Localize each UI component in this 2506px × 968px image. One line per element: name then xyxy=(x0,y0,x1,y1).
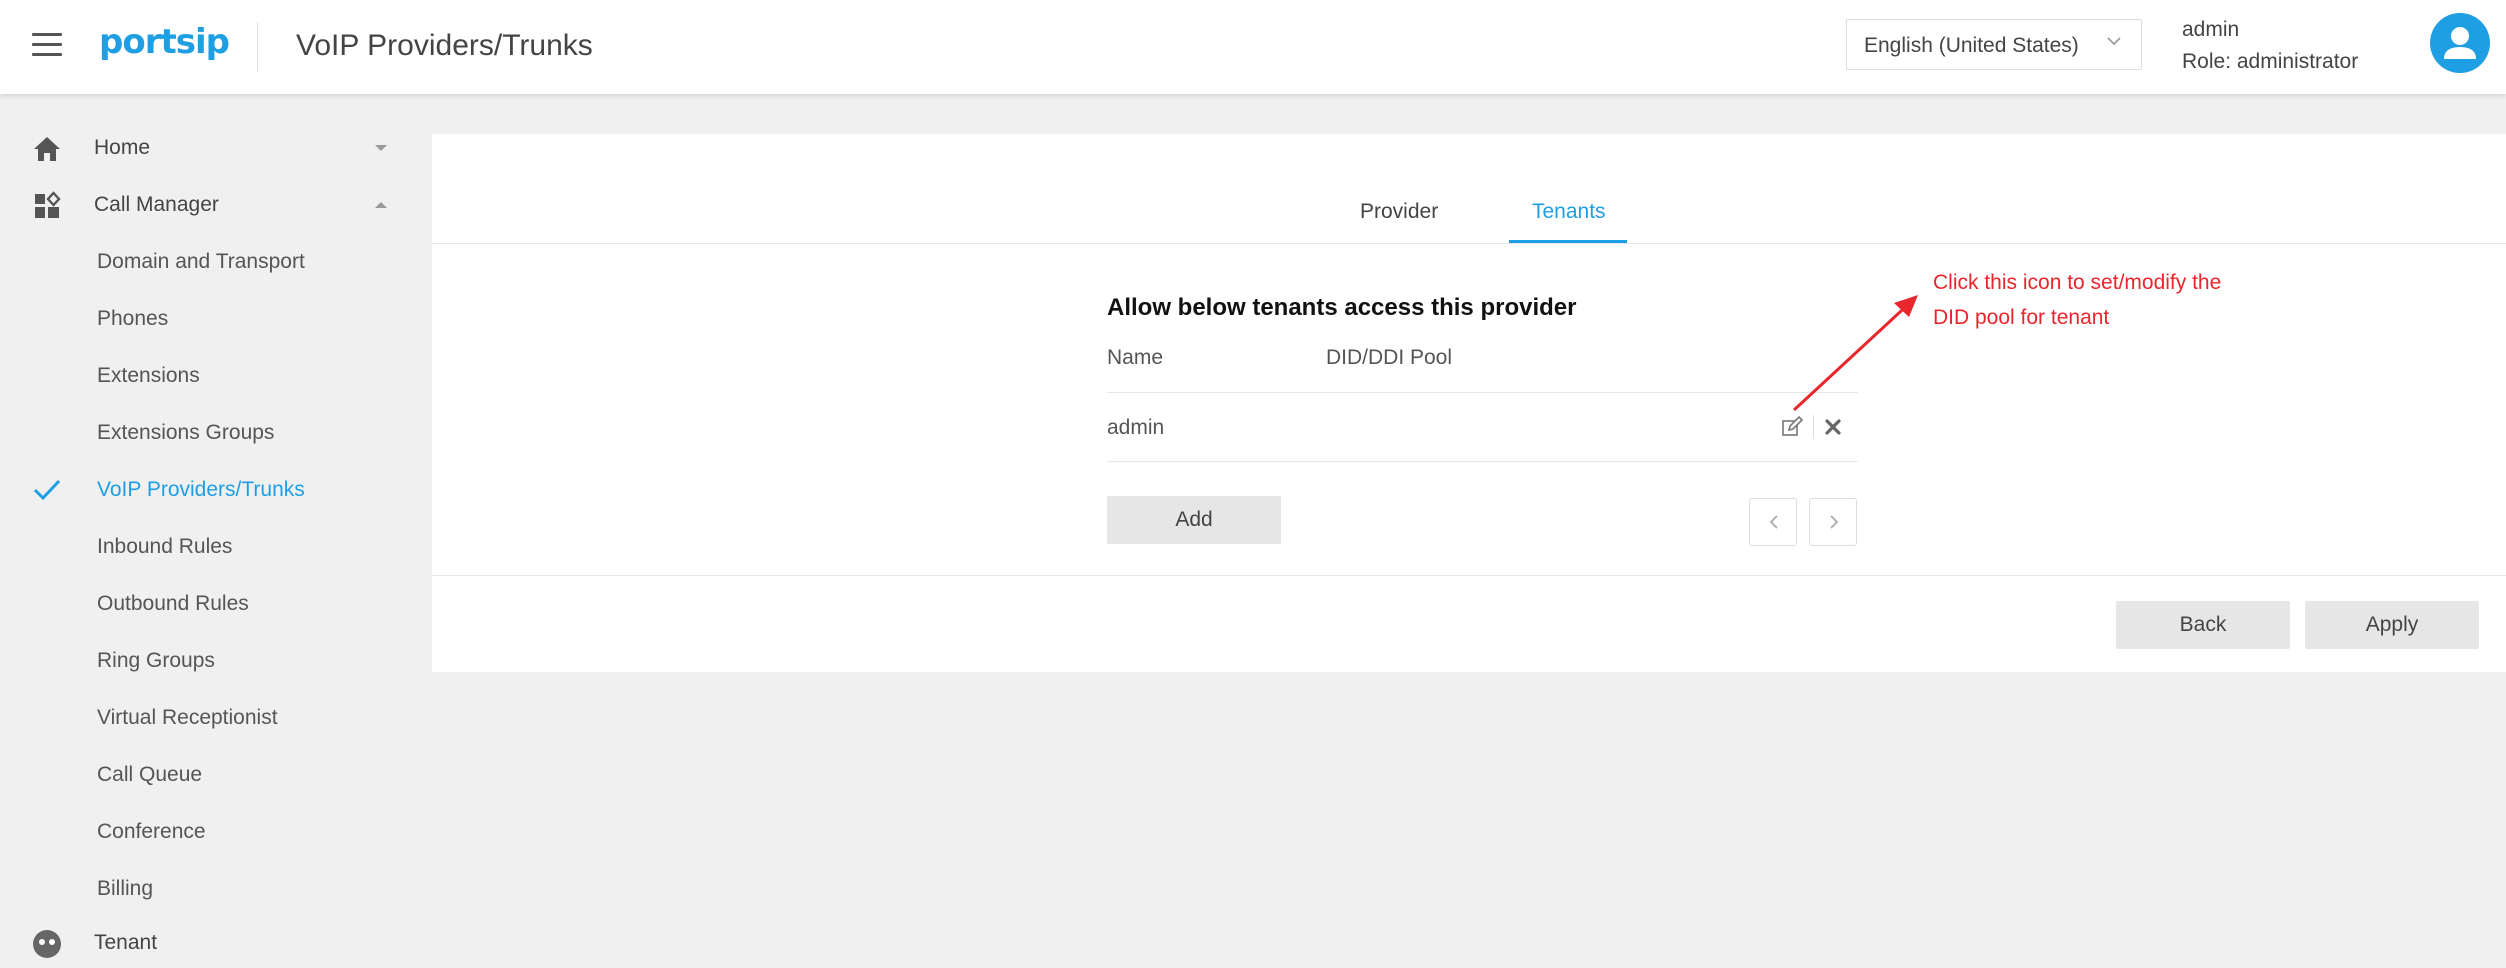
chevron-left-icon xyxy=(1769,515,1778,529)
portsip-logo[interactable]: portsip xyxy=(99,22,230,62)
sidebar-item-label: Billing xyxy=(97,877,154,900)
language-select-value: English (United States) xyxy=(1864,34,2079,57)
sidebar-item-inbound-rules[interactable]: Inbound Rules xyxy=(0,522,420,572)
sidebar-item-label: Extensions xyxy=(97,364,200,387)
user-icon xyxy=(2444,27,2476,59)
sidebar-item-label: Call Manager xyxy=(94,193,219,216)
tenant-name: admin xyxy=(1107,416,1165,439)
tab-provider[interactable]: Provider xyxy=(1360,200,1438,224)
check-icon xyxy=(33,479,61,501)
sidebar-item-phones[interactable]: Phones xyxy=(0,294,420,344)
annotation-line: DID pool for tenant xyxy=(1933,306,2110,329)
sidebar-item-call-manager[interactable]: Call Manager xyxy=(0,180,420,230)
sidebar-item-conference[interactable]: Conference xyxy=(0,807,420,857)
caret-up-icon xyxy=(375,202,387,208)
header-divider xyxy=(257,22,258,72)
annotation-arrow xyxy=(1792,295,1918,412)
menu-icon[interactable] xyxy=(32,33,62,59)
section-title: Allow below tenants access this provider xyxy=(1107,294,1577,321)
sidebar-item-label: Tenant xyxy=(94,931,158,954)
sidebar-item-call-queue[interactable]: Call Queue xyxy=(0,750,420,800)
sidebar-item-label: Extensions Groups xyxy=(97,421,275,444)
column-header-did-pool: DID/DDI Pool xyxy=(1326,346,1453,369)
page-title: VoIP Providers/Trunks xyxy=(296,29,593,62)
sidebar-item-label: Call Queue xyxy=(97,763,203,786)
home-icon xyxy=(34,137,60,161)
annotation-line: Click this icon to set/modify the xyxy=(1933,271,2222,294)
sidebar-item-voip-providers-trunks[interactable]: VoIP Providers/Trunks xyxy=(0,465,420,515)
sidebar-item-label: Domain and Transport xyxy=(97,250,305,273)
tenant-icon xyxy=(33,930,61,958)
sidebar-item-label: Ring Groups xyxy=(97,649,215,672)
user-role: Role: administrator xyxy=(2182,50,2359,73)
sidebar-item-label: Inbound Rules xyxy=(97,535,233,558)
sidebar-item-label: Home xyxy=(94,136,151,159)
sidebar-item-virtual-receptionist[interactable]: Virtual Receptionist xyxy=(0,693,420,743)
sidebar-item-domain-and-transport[interactable]: Domain and Transport xyxy=(0,237,420,287)
footer-divider xyxy=(432,575,2506,576)
sidebar-item-outbound-rules[interactable]: Outbound Rules xyxy=(0,579,420,629)
row-divider xyxy=(1107,392,1858,393)
back-button[interactable]: Back xyxy=(2116,601,2290,649)
sidebar-item-ring-groups[interactable]: Ring Groups xyxy=(0,636,420,686)
user-avatar[interactable] xyxy=(2430,13,2490,73)
language-select[interactable]: English (United States) xyxy=(1846,19,2142,70)
close-icon[interactable] xyxy=(1824,418,1842,436)
sidebar-item-billing[interactable]: Billing xyxy=(0,864,420,914)
sidebar-item-label: Outbound Rules xyxy=(97,592,249,615)
sidebar-item-label: Conference xyxy=(97,820,206,843)
next-page-button[interactable] xyxy=(1809,498,1857,546)
annotation-text: Click this icon to set/modify the DID po… xyxy=(1933,265,2221,335)
tab-tenants[interactable]: Tenants xyxy=(1532,200,1606,224)
sidebar-item-extensions[interactable]: Extensions xyxy=(0,351,420,401)
row-divider xyxy=(1107,461,1858,462)
apply-button[interactable]: Apply xyxy=(2305,601,2479,649)
sidebar-item-extensions-groups[interactable]: Extensions Groups xyxy=(0,408,420,458)
chevron-right-icon xyxy=(1830,515,1839,529)
sidebar: Home Call Manager Domain and Transport P… xyxy=(0,94,430,958)
sidebar-item-label: Phones xyxy=(97,307,169,330)
sidebar-item-label: VoIP Providers/Trunks xyxy=(97,478,305,501)
column-header-name: Name xyxy=(1107,346,1164,369)
sidebar-item-tenant[interactable]: Tenant xyxy=(0,918,420,968)
sidebar-item-label: Virtual Receptionist xyxy=(97,706,278,729)
user-name: admin xyxy=(2182,18,2240,41)
prev-page-button[interactable] xyxy=(1749,498,1797,546)
dashboard-icon xyxy=(35,191,61,218)
top-header: portsip VoIP Providers/Trunks English (U… xyxy=(0,0,2506,94)
caret-down-icon xyxy=(375,145,387,151)
tabs-divider xyxy=(432,243,2506,244)
main-card: Provider Tenants Allow below tenants acc… xyxy=(432,134,2506,672)
chevron-down-icon xyxy=(2107,37,2121,46)
add-button[interactable]: Add xyxy=(1107,496,1281,544)
sidebar-item-home[interactable]: Home xyxy=(0,123,420,173)
